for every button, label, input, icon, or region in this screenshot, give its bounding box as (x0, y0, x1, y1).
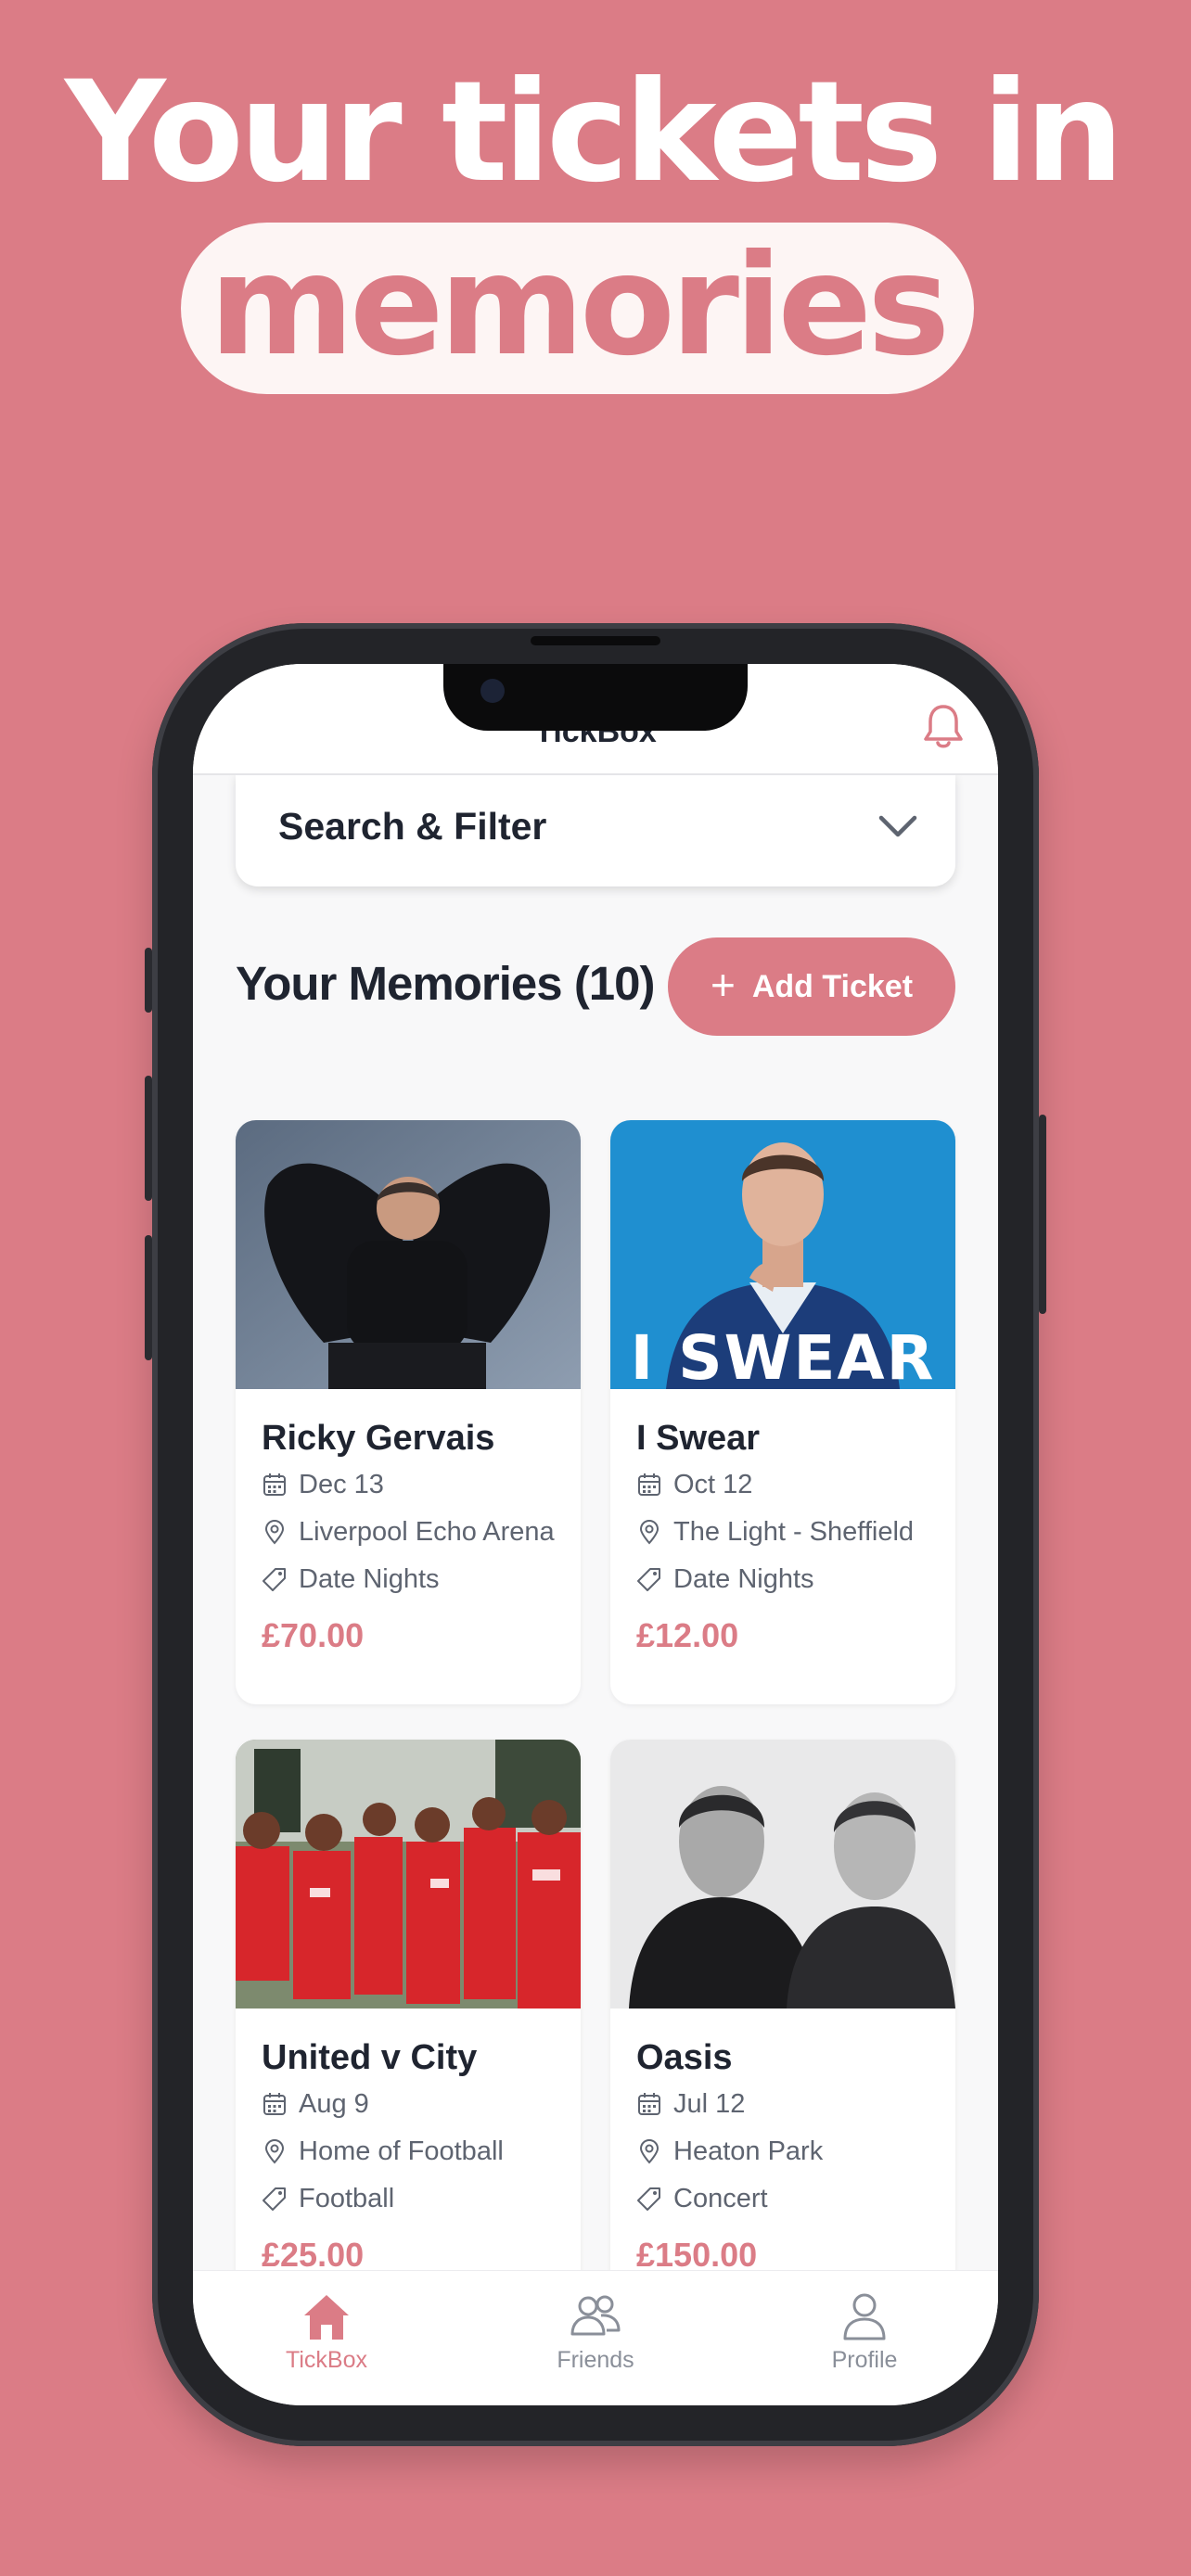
event-date-text: Jul 12 (673, 2088, 746, 2119)
event-image (236, 1120, 581, 1389)
add-ticket-label: Add Ticket (751, 968, 914, 1004)
profile-icon (843, 2293, 886, 2340)
event-tag-text: Date Nights (673, 1563, 814, 1594)
tab-tickbox[interactable]: TickBox (234, 2289, 419, 2374)
tab-label: Profile (831, 2347, 898, 2373)
event-date-text: Aug 9 (299, 2088, 369, 2119)
hero-headline: Your tickets in (65, 52, 1124, 213)
phone-notch (443, 664, 748, 731)
tag-icon (263, 1568, 286, 1591)
event-date-text: Oct 12 (673, 1469, 753, 1499)
event-venue-text: Liverpool Echo Arena (299, 1516, 555, 1547)
tag-icon (263, 2187, 286, 2211)
event-tag-text: Date Nights (299, 1563, 440, 1594)
location-pin-icon (639, 1519, 660, 1545)
phone-speaker (531, 636, 660, 645)
ticket-card[interactable]: Ricky Gervais Dec 13 Liverpool Echo Aren… (236, 1120, 581, 1704)
tab-profile[interactable]: Profile (772, 2289, 957, 2374)
ticket-card[interactable]: United v City Aug 9 Home of Football Foo… (236, 1740, 581, 2315)
tab-friends[interactable]: Friends (503, 2289, 688, 2374)
chevron-down-icon (878, 815, 917, 837)
event-title: United v City (262, 2038, 478, 2077)
calendar-icon (638, 2093, 660, 2115)
event-tag-text: Concert (673, 2183, 768, 2213)
event-price: £150.00 (636, 2236, 758, 2274)
poster-text: I SWEAR (630, 1322, 936, 1390)
hero-highlight-text: memories (209, 224, 951, 387)
front-camera (480, 679, 505, 703)
plus-icon: + (710, 961, 736, 1009)
phone-volume-up (145, 1076, 152, 1201)
tag-icon (637, 2187, 660, 2211)
calendar-icon (263, 2093, 286, 2115)
search-filter-toggle[interactable]: Search & Filter (236, 773, 955, 886)
location-pin-icon (639, 2138, 660, 2164)
event-tag: Football (262, 2180, 394, 2217)
bell-icon[interactable] (921, 701, 966, 751)
event-venue: Heaton Park (636, 2133, 823, 2170)
event-price: £12.00 (636, 1616, 739, 1654)
app-screen: TickBox Search & Filter Your Memories (1… (193, 664, 998, 2405)
event-venue: Home of Football (262, 2133, 504, 2170)
event-price: £70.00 (262, 1616, 365, 1654)
event-image (236, 1740, 581, 2009)
event-venue-text: Heaton Park (673, 2136, 824, 2166)
event-date-text: Dec 13 (299, 1469, 384, 1499)
memories-heading: Your Memories (10) (236, 957, 656, 1010)
event-date: Oct 12 (636, 1466, 752, 1503)
ticket-card[interactable]: Oasis Jul 12 Heaton Park Concert £150.00 (610, 1740, 955, 2315)
add-ticket-button[interactable]: + Add Ticket (668, 937, 955, 1036)
event-tag: Concert (636, 2180, 768, 2217)
event-venue-text: The Light - Sheffield (673, 1516, 915, 1547)
event-date: Aug 9 (262, 2085, 369, 2123)
phone-frame: TickBox Search & Filter Your Memories (1… (145, 623, 1046, 2446)
tag-icon (637, 1568, 660, 1591)
event-venue: Liverpool Echo Arena (262, 1513, 555, 1550)
location-pin-icon (264, 1519, 285, 1545)
hero-highlight-pill: memories (181, 223, 974, 394)
event-tag-text: Football (299, 2183, 395, 2213)
event-tag: Date Nights (262, 1561, 440, 1598)
calendar-icon (263, 1473, 286, 1496)
friends-icon (570, 2295, 621, 2336)
event-date: Dec 13 (262, 1466, 384, 1503)
search-filter-label: Search & Filter (278, 805, 547, 848)
phone-mute-switch (145, 948, 152, 1013)
event-price: £25.00 (262, 2236, 365, 2274)
phone-volume-down (145, 1235, 152, 1360)
home-icon (304, 2295, 349, 2340)
ticket-card[interactable]: I SWEAR I Swear Oct 12 The Light - Sheff… (610, 1120, 955, 1704)
event-venue-text: Home of Football (299, 2136, 504, 2166)
tab-label: Friends (557, 2347, 634, 2373)
calendar-icon (638, 1473, 660, 1496)
event-venue: The Light - Sheffield (636, 1513, 914, 1550)
event-title: Oasis (636, 2038, 733, 2077)
location-pin-icon (264, 2138, 285, 2164)
tab-label: TickBox (286, 2347, 367, 2373)
event-image: I SWEAR (610, 1120, 955, 1389)
phone-power-button (1039, 1115, 1046, 1314)
event-title: Ricky Gervais (262, 1419, 495, 1458)
event-image (610, 1740, 955, 2009)
bottom-tab-bar: TickBox Friends Profile (193, 2270, 998, 2405)
event-date: Jul 12 (636, 2085, 745, 2123)
event-title: I Swear (636, 1419, 761, 1458)
event-tag: Date Nights (636, 1561, 814, 1598)
